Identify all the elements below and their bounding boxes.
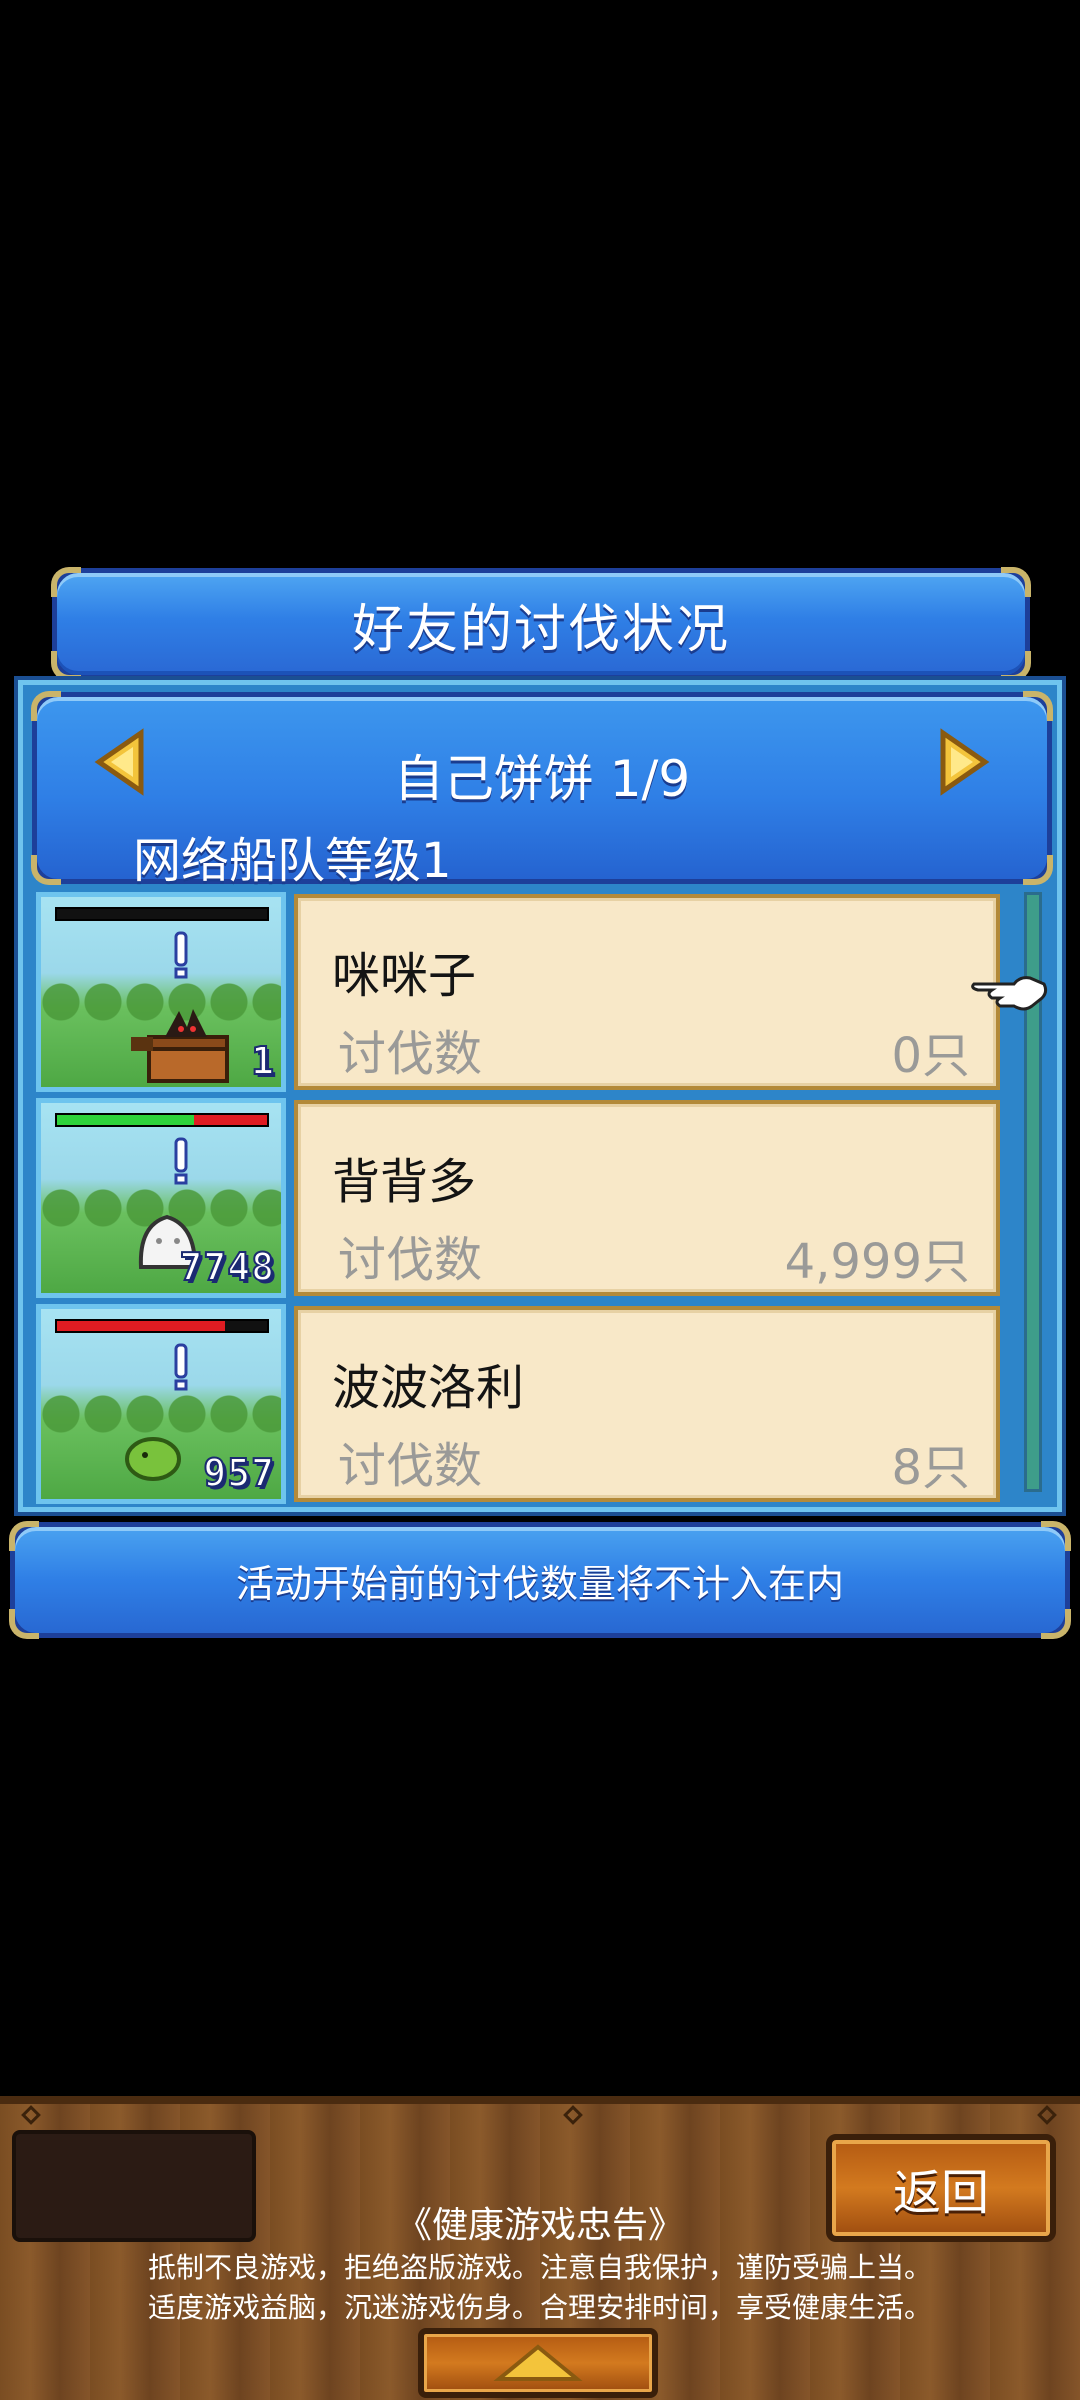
page-title: 好友的讨伐状况 <box>351 599 730 660</box>
health-advice-title: 《健康游戏忠告》 <box>395 2205 684 2246</box>
monster-info-card: 咪咪子 讨伐数 0只 <box>294 894 1000 1090</box>
notice-bar: 活动开始前的讨伐数量将不计入在内 <box>9 1521 1071 1639</box>
arrow-right-icon[interactable] <box>933 727 993 797</box>
gold-trim-corner <box>9 1521 39 1551</box>
gold-trim-corner <box>1041 1521 1071 1551</box>
monster-list: 1 咪咪子 讨伐数 0只 7748 背背多 讨伐数 4,999只 957 波波洛… <box>36 892 1032 1504</box>
notice-text: 活动开始前的讨伐数量将不计入在内 <box>235 1561 844 1606</box>
exclamation-icon <box>174 1343 188 1391</box>
monster-name: 背背多 <box>332 1154 477 1210</box>
friend-name-page: 自己饼饼 1/9 <box>393 750 691 808</box>
monster-name: 咪咪子 <box>332 948 477 1004</box>
bottom-bar: 返回 《健康游戏忠告》 抵制不良游戏，拒绝盗版游戏。注意自我保护，谨防受骗上当。… <box>0 2096 1080 2400</box>
nail-icon <box>563 2105 583 2125</box>
monster-name: 波波洛利 <box>332 1360 525 1416</box>
hp-fill <box>57 1321 225 1331</box>
hunt-count-value: 0只 <box>891 1028 970 1084</box>
green-blob-icon <box>125 1437 181 1481</box>
gold-trim-corner <box>9 1609 39 1639</box>
treasure-chest-icon <box>131 1009 229 1083</box>
monster-info-card: 波波洛利 讨伐数 8只 <box>294 1306 1000 1502</box>
hunt-count-value: 8只 <box>891 1440 970 1496</box>
friend-header: 自己饼饼 1/9 网络船队等级1 <box>31 691 1053 889</box>
monster-count: 7748 <box>178 1244 275 1290</box>
monster-portrait: 7748 <box>36 1098 286 1298</box>
pointing-hand-icon <box>971 976 1048 1011</box>
hunt-count-value: 4,999只 <box>784 1234 970 1290</box>
hunt-count-label: 讨伐数 <box>338 1026 483 1082</box>
gold-trim-corner <box>31 691 61 721</box>
friend-hunt-panel: 自己饼饼 1/9 网络船队等级1 1 咪咪子 讨伐数 0只 7748 背背多 讨… <box>14 676 1066 1516</box>
title-bar: 好友的讨伐状况 <box>51 567 1031 681</box>
health-advice-line: 抵制不良游戏，拒绝盗版游戏。注意自我保护，谨防受骗上当。 <box>147 2251 932 2284</box>
nail-icon <box>1037 2105 1057 2125</box>
gold-trim-corner <box>31 855 61 885</box>
hp-loss <box>193 1115 267 1125</box>
exclamation-icon <box>174 931 188 979</box>
health-advice-line: 适度游戏益脑，沉迷游戏伤身。合理安排时间，享受健康生活。 <box>147 2291 932 2324</box>
fleet-level: 网络船队等级1 <box>133 833 452 889</box>
nail-icon <box>21 2105 41 2125</box>
gold-trim-corner <box>1023 691 1053 721</box>
expand-up-button[interactable] <box>418 2328 658 2398</box>
gold-trim-corner <box>1001 567 1031 597</box>
list-item[interactable]: 957 波波洛利 讨伐数 8只 <box>36 1304 1032 1504</box>
monster-count: 1 <box>250 1038 275 1084</box>
hunt-count-label: 讨伐数 <box>338 1438 483 1494</box>
hp-bar <box>55 1113 269 1127</box>
list-item[interactable]: 1 咪咪子 讨伐数 0只 <box>36 892 1032 1092</box>
exclamation-icon <box>174 1137 188 1185</box>
hunt-count-label: 讨伐数 <box>338 1232 483 1288</box>
triangle-up-icon <box>493 2344 583 2381</box>
hp-bar <box>55 1319 269 1333</box>
list-item[interactable]: 7748 背背多 讨伐数 4,999只 <box>36 1098 1032 1298</box>
monster-portrait: 957 <box>36 1304 286 1504</box>
hp-fill <box>57 1115 194 1125</box>
gold-trim-corner <box>1041 1609 1071 1639</box>
monster-portrait: 1 <box>36 892 286 1092</box>
gold-trim-corner <box>1023 855 1053 885</box>
monster-count: 957 <box>202 1450 275 1496</box>
gold-trim-corner <box>51 567 81 597</box>
monster-info-card: 背背多 讨伐数 4,999只 <box>294 1100 1000 1296</box>
hp-bar <box>55 907 269 921</box>
